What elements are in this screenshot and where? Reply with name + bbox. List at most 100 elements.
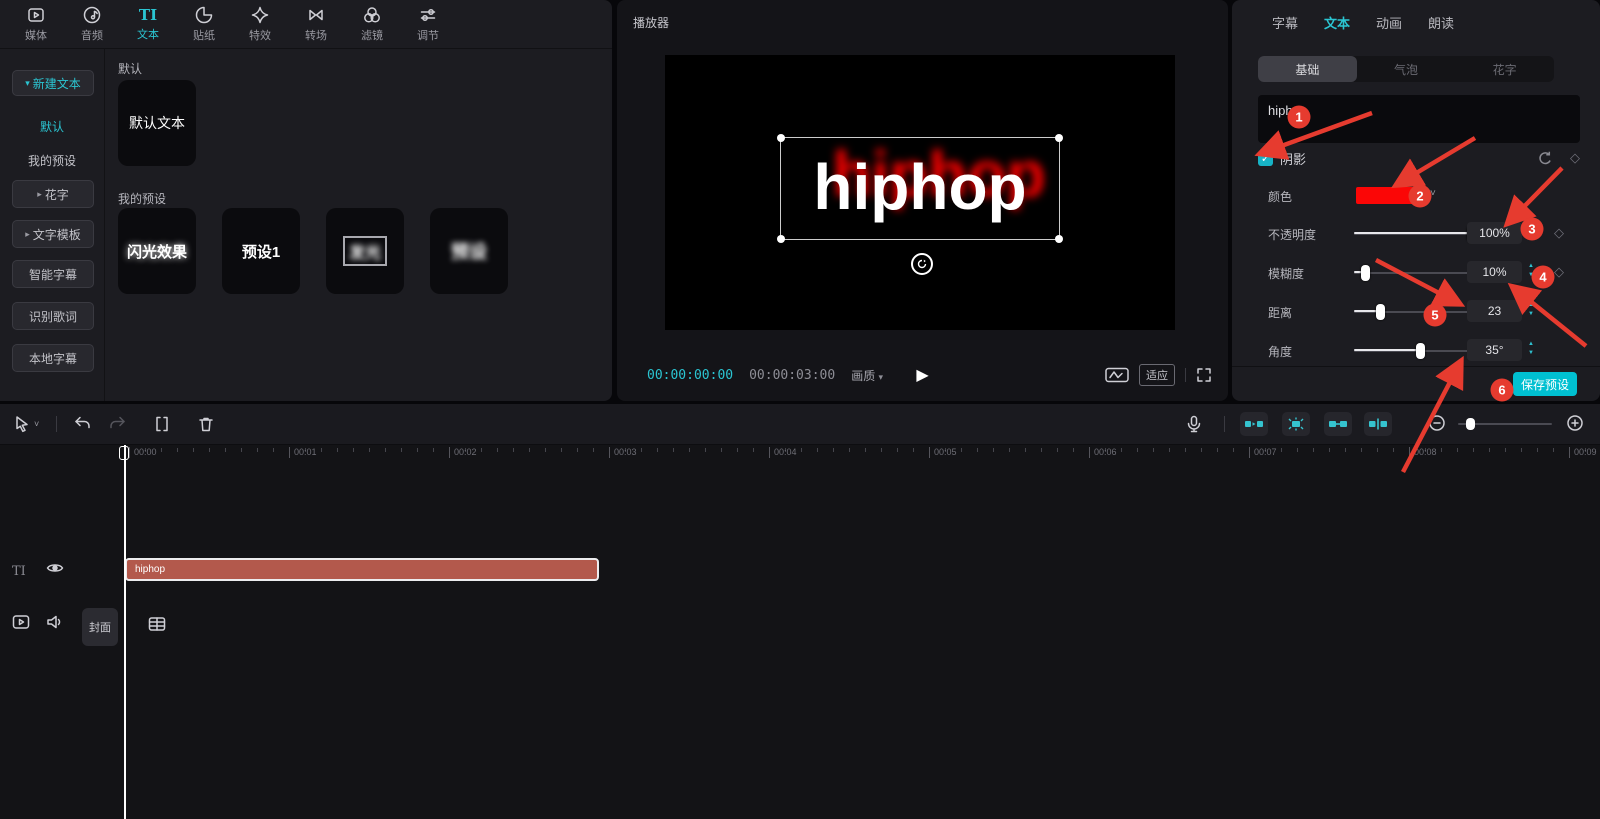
timeline-zoom-slider[interactable] xyxy=(1458,423,1552,425)
zoom-in-icon[interactable] xyxy=(1566,414,1584,432)
preset-card-1[interactable]: 预设1 xyxy=(222,208,300,294)
timeline-text-clip[interactable]: hiphop xyxy=(125,558,599,581)
subtab-bubble[interactable]: 气泡 xyxy=(1357,56,1456,82)
preview-canvas[interactable]: hiphop xyxy=(665,55,1175,330)
zoom-out-icon[interactable] xyxy=(1428,414,1446,432)
sidebar-item-local-subtitle[interactable]: 本地字幕 xyxy=(12,344,94,372)
preview-axis-icon[interactable] xyxy=(1364,412,1392,436)
distance-value[interactable]: 23 xyxy=(1467,300,1522,322)
tab-animation[interactable]: 动画 xyxy=(1376,13,1402,32)
text-content-input[interactable]: hiphop xyxy=(1258,95,1580,143)
caret-down-icon: ▾ xyxy=(879,372,884,382)
opacity-stepper[interactable]: ▲▼ xyxy=(1528,223,1534,241)
angle-slider-thumb[interactable] xyxy=(1416,343,1425,359)
distance-slider[interactable] xyxy=(1354,310,1476,314)
linkage-icon[interactable] xyxy=(1324,412,1352,436)
selection-box[interactable] xyxy=(780,137,1060,240)
current-time: 00:00:00:00 xyxy=(647,368,733,383)
sidebar-item-new-text[interactable]: ▾ 新建文本 xyxy=(12,70,94,96)
distance-slider-thumb[interactable] xyxy=(1376,304,1385,320)
ruler-label: 00:06 xyxy=(1089,447,1117,458)
sidebar-item-text-template[interactable]: ▸ 文字模板 xyxy=(12,220,94,248)
keyframe-diamond-icon[interactable]: ◇ xyxy=(1570,150,1580,166)
keyframe-diamond-icon[interactable]: ◇ xyxy=(1554,225,1564,241)
sidebar-item-smart-subtitle[interactable]: 智能字幕 xyxy=(12,260,94,288)
sidebar-item-default[interactable]: 默认 xyxy=(12,114,92,138)
toolbar-transition[interactable]: 转场 xyxy=(288,0,344,48)
sidebar-item-my-presets[interactable]: 我的预设 xyxy=(12,148,92,172)
cursor-tool-icon[interactable] xyxy=(12,414,32,434)
angle-slider[interactable] xyxy=(1354,349,1476,353)
toolbar-adjust[interactable]: 调节 xyxy=(400,0,456,48)
zoom-slider-thumb[interactable] xyxy=(1466,418,1475,430)
selection-handle-br[interactable] xyxy=(1055,235,1063,243)
opacity-slider[interactable] xyxy=(1354,232,1476,236)
ruler-label: 00:03 xyxy=(609,447,637,458)
cover-button[interactable]: 封面 xyxy=(82,608,118,646)
play-button[interactable]: ▶ xyxy=(916,365,928,385)
time-ruler[interactable]: 00:00 00:01 00:02 00:03 00:04 00:05 00:0… xyxy=(0,445,1600,462)
toolbar-effects[interactable]: 特效 xyxy=(232,0,288,48)
divider xyxy=(1185,368,1186,382)
sidebar-item-recognize-lyrics[interactable]: 识别歌词 xyxy=(12,302,94,330)
redo-icon[interactable] xyxy=(108,414,128,434)
tab-subtitle[interactable]: 字幕 xyxy=(1272,13,1298,32)
angle-value[interactable]: 35° xyxy=(1467,339,1522,361)
selection-handle-tl[interactable] xyxy=(777,134,785,142)
delete-icon[interactable] xyxy=(196,414,216,434)
preset-card-glow-box[interactable]: 发光 xyxy=(326,208,404,294)
rotate-handle-icon[interactable] xyxy=(911,253,933,275)
divider xyxy=(1224,416,1225,432)
toolbar-audio[interactable]: 音频 xyxy=(64,0,120,48)
player-controls: 00:00:00:00 00:00:03:00 画质 ▾ ▶ 适应 xyxy=(617,358,1228,392)
main-toolbar: 媒体 音频 TI 文本 贴纸 特效 转场 滤镜 调节 xyxy=(0,0,612,49)
preset-card-blur[interactable]: 预设 xyxy=(430,208,508,294)
opacity-value[interactable]: 100% xyxy=(1467,222,1522,244)
selection-handle-bl[interactable] xyxy=(777,235,785,243)
blur-value[interactable]: 10% xyxy=(1467,261,1522,283)
subtab-fancy[interactable]: 花字 xyxy=(1455,56,1554,82)
track-visibility-eye-icon[interactable] xyxy=(46,561,64,575)
reset-icon[interactable] xyxy=(1537,151,1552,166)
playhead-handle[interactable] xyxy=(119,446,129,460)
fit-button[interactable]: 适应 xyxy=(1139,364,1175,386)
tab-text[interactable]: 文本 xyxy=(1324,13,1350,32)
preset-card-default-text[interactable]: 默认文本 xyxy=(118,80,196,166)
track-mute-speaker-icon[interactable] xyxy=(46,614,64,630)
toolbar-media[interactable]: 媒体 xyxy=(8,0,64,48)
preset-card-flash[interactable]: 闪光效果 xyxy=(118,208,196,294)
timeline-area: ˅ 00:00 00:01 00:02 00:03 00:04 00:05 00… xyxy=(0,404,1600,819)
inspector-footer: 保存预设 xyxy=(1232,366,1600,401)
split-icon[interactable] xyxy=(152,414,172,434)
blur-slider-thumb[interactable] xyxy=(1361,265,1370,281)
ruler-label: 00:04 xyxy=(769,447,797,458)
tab-read-aloud[interactable]: 朗读 xyxy=(1428,13,1454,32)
keyframe-diamond-icon[interactable]: ◇ xyxy=(1554,264,1564,280)
toolbar-sticker[interactable]: 贴纸 xyxy=(176,0,232,48)
main-track-magnet-icon[interactable] xyxy=(1240,412,1268,436)
inspector-subtabs: 基础 气泡 花字 xyxy=(1258,56,1554,82)
distance-stepper[interactable]: ▲▼ xyxy=(1528,301,1534,319)
subtab-basic[interactable]: 基础 xyxy=(1258,56,1357,82)
sidebar-item-fancy-text[interactable]: ▸ 花字 xyxy=(12,180,94,208)
quality-dropdown[interactable]: 画质 ▾ xyxy=(851,367,883,384)
ruler-label: 00:01 xyxy=(289,447,317,458)
auto-snap-icon[interactable] xyxy=(1282,412,1310,436)
selection-handle-tr[interactable] xyxy=(1055,134,1063,142)
record-voiceover-icon[interactable] xyxy=(1184,414,1204,434)
waveform-toggle-icon[interactable] xyxy=(1105,367,1129,383)
toolbar-text[interactable]: TI 文本 xyxy=(120,0,176,48)
undo-icon[interactable] xyxy=(72,414,92,434)
ruler-label: 00:05 xyxy=(929,447,957,458)
shadow-checkbox[interactable]: ✓ xyxy=(1258,151,1273,166)
text-track-icon: TI xyxy=(12,564,26,579)
blur-slider[interactable] xyxy=(1354,271,1476,275)
fullscreen-icon[interactable] xyxy=(1196,367,1212,383)
save-preset-button[interactable]: 保存预设 xyxy=(1513,372,1577,396)
cursor-tool-caret-icon[interactable]: ˅ xyxy=(34,419,39,429)
blur-stepper[interactable]: ▲▼ xyxy=(1528,262,1534,280)
color-swatch[interactable] xyxy=(1356,187,1423,204)
toolbar-filter[interactable]: 滤镜 xyxy=(344,0,400,48)
playhead[interactable] xyxy=(124,445,126,819)
angle-stepper[interactable]: ▲▼ xyxy=(1528,340,1534,358)
